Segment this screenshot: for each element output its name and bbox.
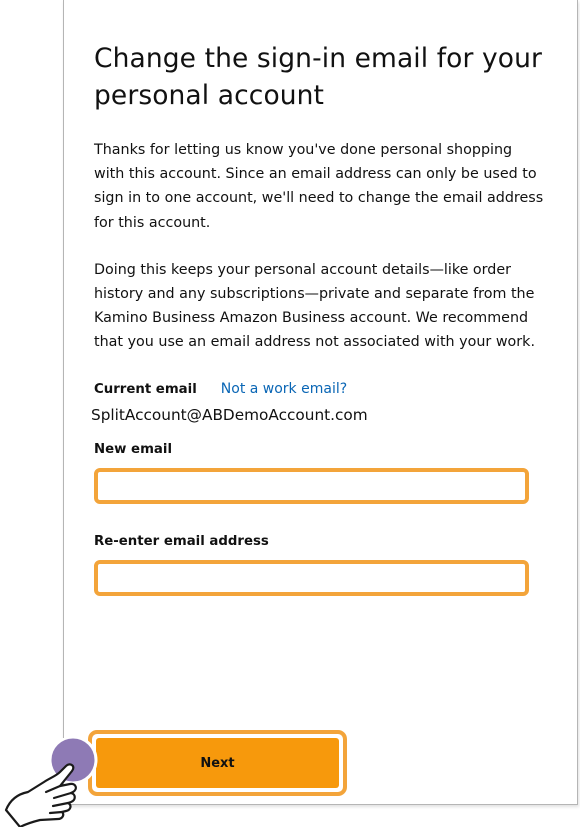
not-work-email-link[interactable]: Not a work email? bbox=[221, 381, 347, 397]
current-email-label: Current email bbox=[94, 381, 197, 397]
intro-paragraph: Thanks for letting us know you've done p… bbox=[94, 142, 544, 231]
next-button-highlight: Next bbox=[88, 730, 347, 796]
current-email-row: Current email Not a work email? bbox=[94, 381, 544, 397]
form-content: Change the sign-in email for your person… bbox=[91, 40, 544, 596]
explanation-paragraph: Doing this keeps your personal account d… bbox=[94, 261, 535, 351]
reenter-email-input[interactable] bbox=[98, 563, 525, 592]
page-title: Change the sign-in email for your person… bbox=[94, 43, 542, 111]
new-email-input[interactable] bbox=[98, 471, 525, 500]
reenter-email-label: Re-enter email address bbox=[94, 533, 269, 549]
current-email-value: SplitAccount@ABDemoAccount.com bbox=[91, 405, 368, 424]
form-card: Change the sign-in email for your person… bbox=[63, 0, 578, 805]
new-email-label: New email bbox=[94, 441, 173, 457]
pointer-hand-icon bbox=[4, 738, 98, 827]
next-button[interactable]: Next bbox=[96, 738, 339, 788]
hand-crease-4 bbox=[48, 810, 64, 815]
reenter-email-field-highlight bbox=[94, 559, 529, 596]
new-email-field-highlight bbox=[94, 467, 529, 504]
